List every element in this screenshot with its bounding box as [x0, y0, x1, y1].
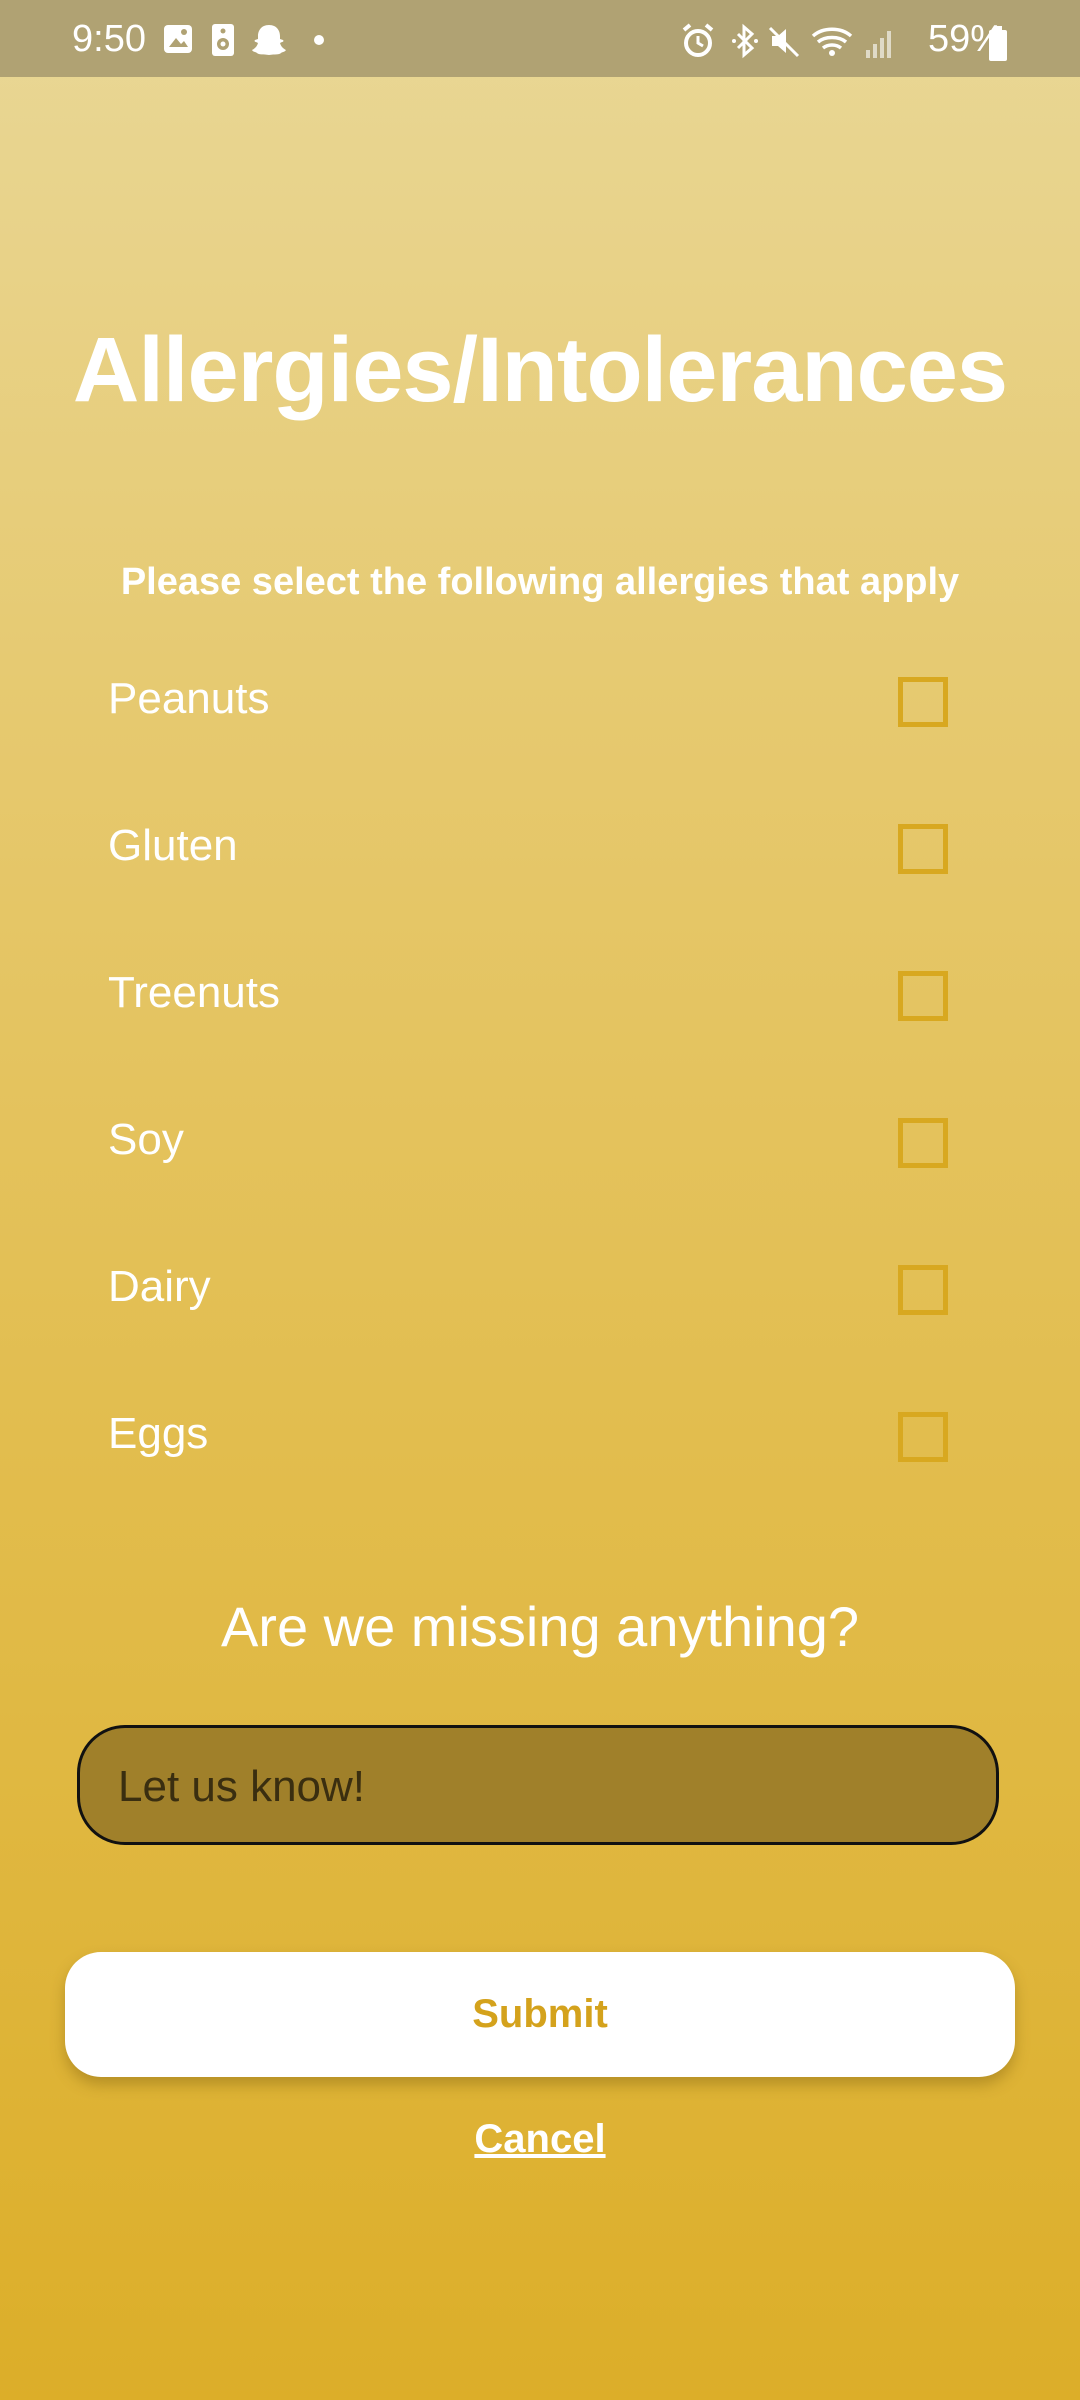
alarm-icon — [682, 23, 714, 57]
gluten-checkbox[interactable] — [898, 824, 948, 874]
status-time: 9:50 — [72, 18, 146, 60]
option-label: Dairy — [108, 1262, 211, 1311]
status-right-icons — [682, 23, 891, 59]
soy-checkbox[interactable] — [898, 1118, 948, 1168]
battery-icon — [989, 26, 1007, 61]
eggs-checkbox[interactable] — [898, 1412, 948, 1462]
option-label: Gluten — [108, 821, 238, 870]
option-label: Treenuts — [108, 968, 281, 1017]
gallery-icon — [164, 25, 192, 53]
peanuts-checkbox[interactable] — [898, 677, 948, 727]
wifi-icon — [811, 27, 853, 56]
instructions-text: Please select the following allergies th… — [120, 561, 960, 603]
dairy-checkbox[interactable] — [898, 1265, 948, 1315]
app-screen: 9:50 59% Allergies/Intolerances Please s… — [0, 0, 1080, 2400]
option-row-peanuts[interactable]: Peanuts — [0, 645, 1080, 765]
cancel-link[interactable]: Cancel — [0, 2115, 1080, 2163]
option-row-soy[interactable]: Soy — [0, 1086, 1080, 1206]
option-row-eggs[interactable]: Eggs — [0, 1380, 1080, 1500]
option-row-gluten[interactable]: Gluten — [0, 792, 1080, 912]
snapchat-icon — [252, 25, 286, 55]
treenuts-checkbox[interactable] — [898, 971, 948, 1021]
option-label: Eggs — [108, 1409, 209, 1458]
option-row-treenuts[interactable]: Treenuts — [0, 939, 1080, 1059]
signal-icon — [866, 31, 891, 58]
status-left-icons — [164, 24, 324, 56]
other-allergy-field[interactable] — [77, 1725, 999, 1845]
option-label: Soy — [108, 1115, 184, 1164]
missing-question: Are we missing anything? — [220, 1595, 860, 1658]
option-row-dairy[interactable]: Dairy — [0, 1233, 1080, 1353]
mute-icon — [768, 26, 800, 58]
page-title: Allergies/Intolerances — [72, 319, 1008, 421]
speaker-icon — [212, 24, 234, 56]
other-allergy-input[interactable] — [116, 1756, 960, 1818]
submit-button[interactable]: Submit — [65, 1952, 1015, 2077]
option-label: Peanuts — [108, 674, 270, 723]
bluetooth-icon — [732, 23, 758, 59]
status-bar: 9:50 59% — [0, 0, 1080, 77]
dot-icon — [314, 35, 324, 45]
